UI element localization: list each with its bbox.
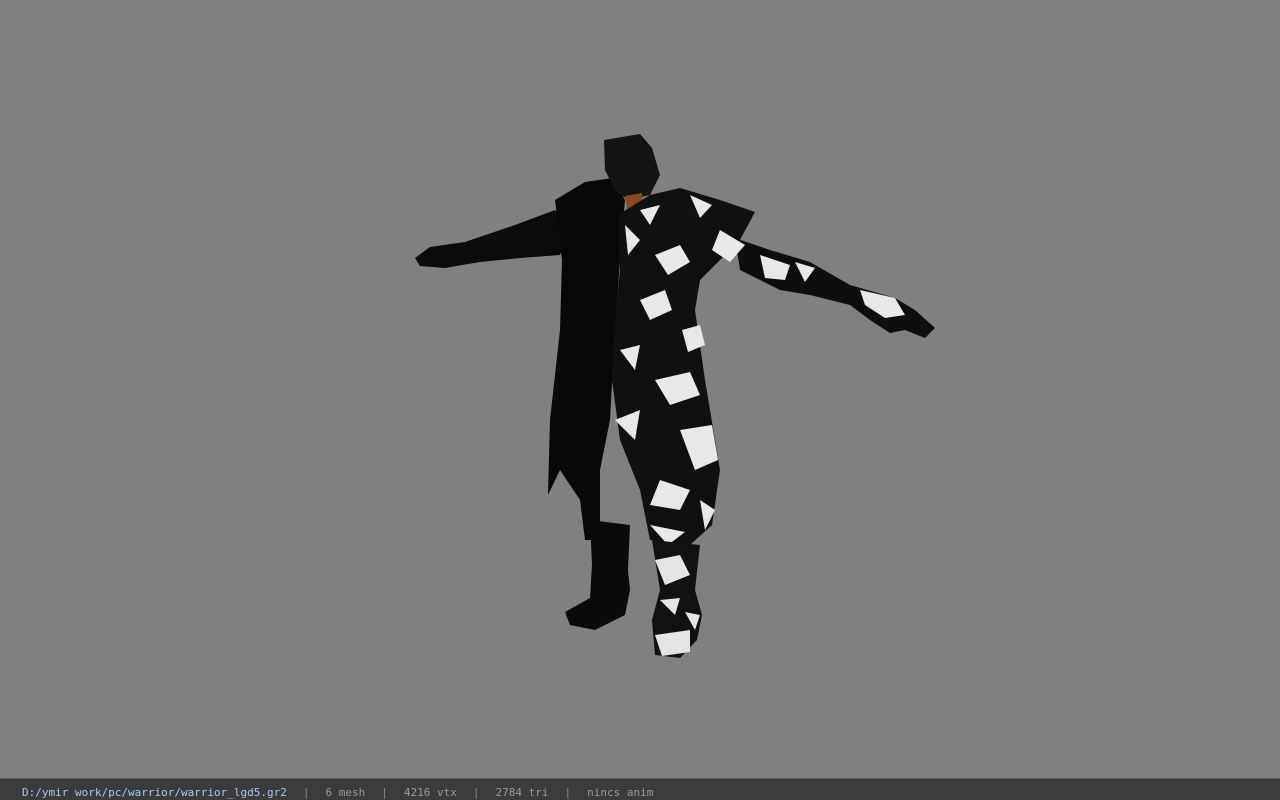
status-separator: | — [381, 786, 388, 799]
status-separator: | — [302, 786, 310, 799]
status-vertex-count: 4216 vtx — [403, 786, 457, 799]
status-triangle-count: 2784 tri — [495, 786, 549, 799]
status-mesh-count: 6 mesh — [325, 786, 366, 799]
status-bar: D:/ymir work/pc/warrior/warrior_lgd5.gr2… — [0, 778, 1280, 800]
status-file-path: D:/ymir work/pc/warrior/warrior_lgd5.gr2 — [22, 786, 287, 799]
status-animation: nincs anim — [587, 786, 654, 799]
model-right-arm — [735, 238, 935, 338]
model-left-arm — [415, 210, 570, 268]
3d-viewport[interactable] — [0, 0, 1280, 778]
character-model[interactable] — [0, 0, 1280, 778]
model-left-leg — [565, 520, 630, 630]
status-separator: | — [564, 786, 572, 799]
status-separator: | — [472, 786, 480, 799]
